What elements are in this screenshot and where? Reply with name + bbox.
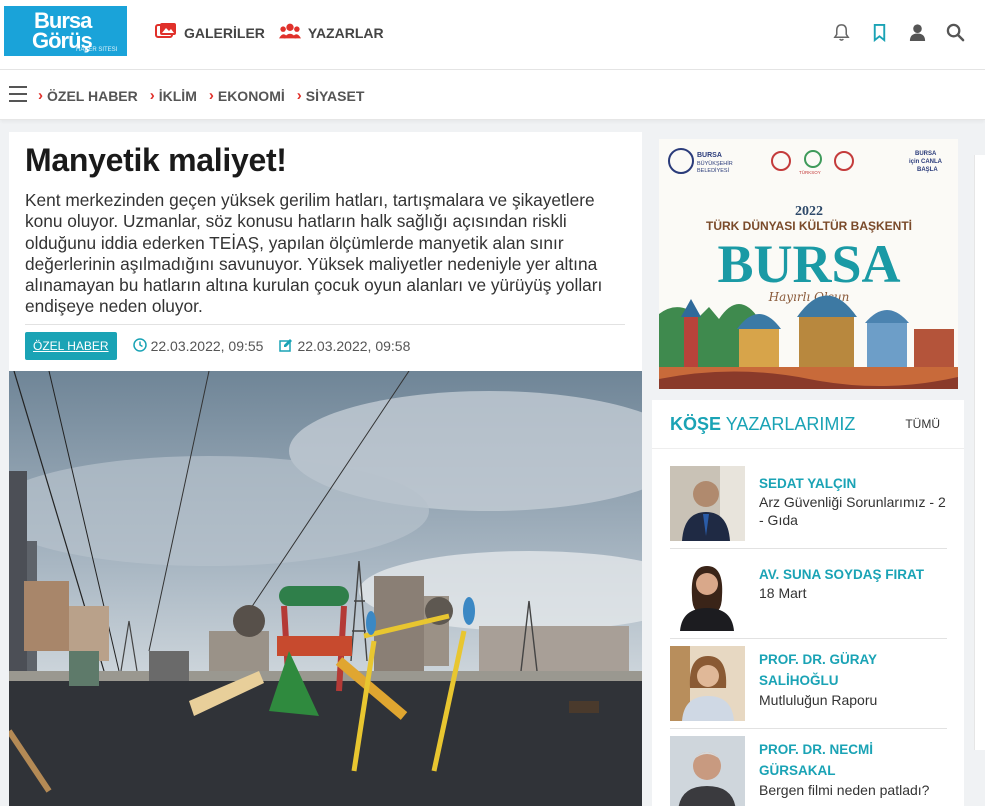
publish-date: 22.03.2022, 09:55 [132, 337, 264, 355]
ad-turksoy-text: TÜRKSOY [799, 169, 821, 175]
columnist-name: SEDAT YALÇIN [759, 476, 857, 491]
category-list: › ÖZEL HABER › İKLİM › EKONOMİ › SİYASET [38, 87, 364, 104]
columnist-article-title: 18 Mart [759, 585, 807, 601]
ad-subtitle: TÜRK DÜNYASI KÜLTÜR BAŞKENTİ [706, 218, 912, 233]
category-ozel-haber[interactable]: › ÖZEL HABER [38, 87, 138, 104]
chevron-right-icon: › [296, 87, 302, 104]
item-divider [670, 638, 947, 639]
columnist-article-title: Mutluluğun Raporu [759, 692, 878, 708]
columnist-avatar [670, 556, 745, 631]
ad-city: BURSA [717, 234, 900, 294]
columnists-heading: KÖŞE YAZARLARIMIZ [670, 414, 855, 435]
columnist-name: PROF. DR. NECMİ GÜRSAKAL [759, 742, 874, 778]
header-actions [832, 21, 965, 43]
logo-tagline: HABER SİTESİ [76, 47, 118, 53]
columnists-widget: KÖŞE YAZARLARIMIZ TÜMÜ SEDAT YALÇIN Arz … [652, 400, 964, 806]
nav-writers-link[interactable]: YAZARLAR [278, 22, 384, 43]
item-divider [670, 548, 947, 549]
columnist-name: PROF. DR. GÜRAY SALİHOĞLU [759, 652, 877, 688]
all-columnists-link[interactable]: TÜMÜ [905, 417, 940, 431]
search-icon[interactable] [946, 21, 965, 43]
bookmark-icon[interactable] [870, 21, 889, 43]
ad-org-line2: BÜYÜKŞEHİR [697, 160, 733, 167]
site-logo[interactable]: Bursa Görüş HABER SİTESİ [4, 6, 127, 56]
article-meta: ÖZEL HABER 22.03.2022, 09:55 22.03.2022,… [25, 332, 410, 360]
article-photo [9, 371, 642, 806]
update-date: 22.03.2022, 09:58 [279, 338, 410, 355]
ad-org-line1: BURSA [697, 152, 722, 159]
columnist-avatar [670, 466, 745, 541]
nav-galleries-label: GALERİLER [184, 24, 265, 41]
ad-org-line3: BELEDİYESİ [697, 167, 730, 174]
columnist-article-title: Bergen filmi neden patladı? [759, 782, 930, 798]
users-icon [278, 22, 301, 43]
category-label: ÖZEL HABER [47, 87, 138, 104]
chevron-right-icon: › [149, 87, 155, 104]
columnists-heading-bold: KÖŞE [670, 414, 722, 434]
edit-icon [279, 338, 293, 355]
top-nav: GALERİLER YAZARLAR [155, 22, 384, 43]
bell-icon[interactable] [832, 21, 851, 43]
chevron-right-icon: › [208, 87, 214, 104]
side-scroll-strip [974, 155, 985, 750]
columnist-name: AV. SUNA SOYDAŞ FIRAT [759, 567, 925, 582]
nav-writers-label: YAZARLAR [307, 24, 384, 41]
item-divider [670, 728, 947, 729]
user-icon[interactable] [908, 21, 927, 43]
columnist-avatar [670, 646, 745, 721]
columnist-article-title: Arz Güvenliği Sorunlarımız - 2 - Gıda [759, 494, 946, 528]
columnist-avatar [670, 736, 745, 806]
ad-slogan-1: BURSA [915, 151, 937, 157]
heading-divider [652, 448, 964, 449]
article-card: Manyetik maliyet! Kent merkezinden geçen… [9, 132, 642, 806]
menu-icon[interactable] [9, 86, 27, 102]
category-bar: › ÖZEL HABER › İKLİM › EKONOMİ › SİYASET [0, 70, 985, 120]
category-iklim[interactable]: › İKLİM [150, 87, 197, 104]
article-divider [25, 324, 625, 325]
columnists-heading-rest: YAZARLARIMIZ [725, 414, 856, 434]
article-lead: Kent merkezinden geçen yüksek gerilim ha… [25, 190, 603, 317]
category-badge[interactable]: ÖZEL HABER [25, 332, 117, 360]
category-ekonomi[interactable]: › EKONOMİ [209, 87, 285, 104]
category-siyaset[interactable]: › SİYASET [297, 87, 365, 104]
gallery-icon [155, 22, 177, 43]
clock-icon [132, 337, 147, 355]
category-label: EKONOMİ [217, 87, 285, 104]
publish-date-text: 22.03.2022, 09:55 [150, 338, 264, 354]
update-date-text: 22.03.2022, 09:58 [297, 338, 411, 354]
top-header: Bursa Görüş HABER SİTESİ GALERİLER YAZAR… [0, 0, 985, 70]
category-label: SİYASET [305, 87, 365, 104]
ad-banner[interactable]: BURSA BÜYÜKŞEHİR BELEDİYESİ TÜRKSOY BURS… [659, 139, 958, 389]
ad-slogan-2: için CANLA [909, 159, 943, 165]
ad-year: 2022 [795, 204, 823, 219]
category-label: İKLİM [158, 87, 197, 104]
article-title: Manyetik maliyet! [25, 142, 287, 178]
nav-galleries-link[interactable]: GALERİLER [155, 22, 265, 43]
chevron-right-icon: › [38, 87, 43, 104]
ad-slogan-3: BAŞLA [917, 167, 938, 173]
